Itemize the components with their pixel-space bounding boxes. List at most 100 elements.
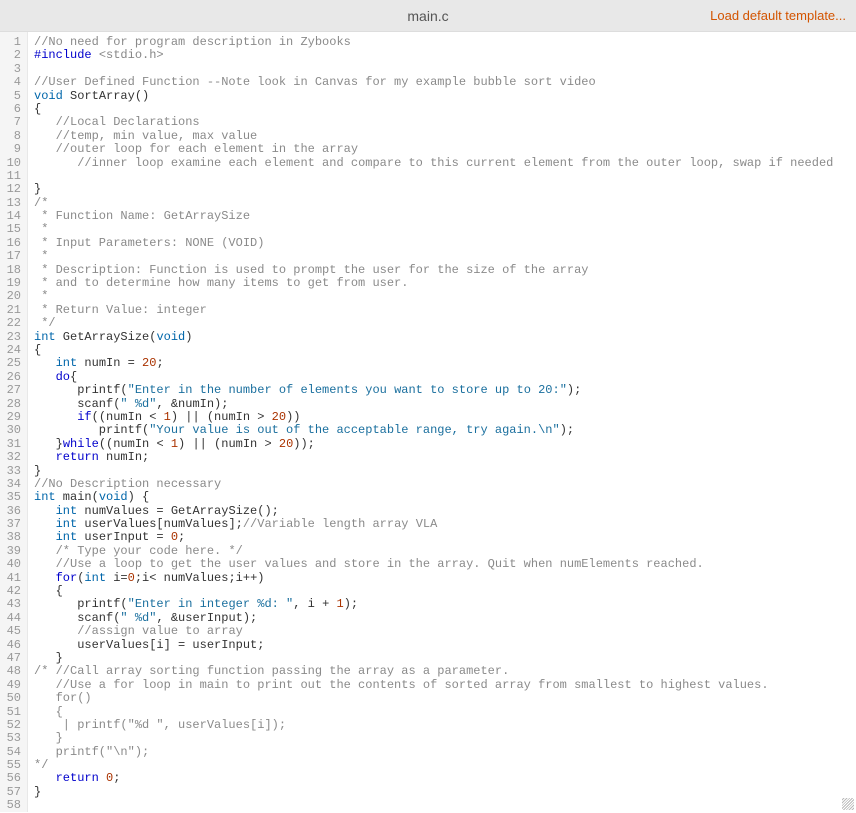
code-line[interactable]: return numIn;: [34, 451, 856, 464]
line-gutter: 1234567891011121314151617181920212223242…: [0, 32, 28, 812]
code-line[interactable]: * Function Name: GetArraySize: [34, 210, 856, 223]
code-line[interactable]: userValues[i] = userInput;: [34, 639, 856, 652]
resize-handle-icon[interactable]: [842, 798, 854, 810]
line-number: 47: [0, 652, 27, 665]
code-line[interactable]: if((numIn < 1) || (numIn > 20)): [34, 411, 856, 424]
code-line[interactable]: //outer loop for each element in the arr…: [34, 143, 856, 156]
code-line[interactable]: }: [34, 732, 856, 745]
line-number: 7: [0, 116, 27, 129]
line-number: 6: [0, 103, 27, 116]
line-number: 32: [0, 451, 27, 464]
code-line[interactable]: *: [34, 250, 856, 263]
line-number: 37: [0, 518, 27, 531]
code-line[interactable]: */: [34, 317, 856, 330]
code-line[interactable]: | printf("%d ", userValues[i]);: [34, 719, 856, 732]
code-line[interactable]: [34, 799, 856, 812]
line-number: 52: [0, 719, 27, 732]
code-line[interactable]: }: [34, 652, 856, 665]
line-number: 46: [0, 639, 27, 652]
code-line[interactable]: //Use a loop to get the user values and …: [34, 558, 856, 571]
line-number: 58: [0, 799, 27, 812]
code-line[interactable]: [34, 63, 856, 76]
code-line[interactable]: * and to determine how many items to get…: [34, 277, 856, 290]
line-number: 17: [0, 250, 27, 263]
line-number: 2: [0, 49, 27, 62]
line-number: 40: [0, 558, 27, 571]
code-line[interactable]: printf("Your value is out of the accepta…: [34, 424, 856, 437]
code-line[interactable]: #include <stdio.h>: [34, 49, 856, 62]
code-line[interactable]: /*: [34, 197, 856, 210]
line-number: 8: [0, 130, 27, 143]
code-line[interactable]: /* //Call array sorting function passing…: [34, 665, 856, 678]
code-line[interactable]: //Use a for loop in main to print out th…: [34, 679, 856, 692]
code-line[interactable]: int GetArraySize(void): [34, 331, 856, 344]
line-number: 13: [0, 197, 27, 210]
code-line[interactable]: //No need for program description in Zyb…: [34, 36, 856, 49]
code-line[interactable]: }while((numIn < 1) || (numIn > 20));: [34, 438, 856, 451]
code-line[interactable]: *: [34, 290, 856, 303]
line-number: 23: [0, 331, 27, 344]
code-line[interactable]: *: [34, 223, 856, 236]
code-line[interactable]: /* Type your code here. */: [34, 545, 856, 558]
code-line[interactable]: //No Description necessary: [34, 478, 856, 491]
code-line[interactable]: scanf(" %d", &numIn);: [34, 398, 856, 411]
code-line[interactable]: void SortArray(): [34, 90, 856, 103]
line-number: 30: [0, 424, 27, 437]
code-line[interactable]: do{: [34, 371, 856, 384]
code-editor[interactable]: 1234567891011121314151617181920212223242…: [0, 32, 856, 812]
line-number: 36: [0, 505, 27, 518]
line-number: 48: [0, 665, 27, 678]
code-line[interactable]: {: [34, 103, 856, 116]
line-number: 42: [0, 585, 27, 598]
code-line[interactable]: }: [34, 183, 856, 196]
code-line[interactable]: printf("\n");: [34, 746, 856, 759]
line-number: 49: [0, 679, 27, 692]
filename-label: main.c: [407, 8, 448, 24]
line-number: 9: [0, 143, 27, 156]
line-number: 11: [0, 170, 27, 183]
code-line[interactable]: scanf(" %d", &userInput);: [34, 612, 856, 625]
line-number: 16: [0, 237, 27, 250]
code-line[interactable]: */: [34, 759, 856, 772]
code-line[interactable]: {: [34, 344, 856, 357]
code-line[interactable]: {: [34, 706, 856, 719]
load-template-link[interactable]: Load default template...: [710, 8, 846, 23]
code-line[interactable]: * Return Value: integer: [34, 304, 856, 317]
code-line[interactable]: }: [34, 786, 856, 799]
line-number: 22: [0, 317, 27, 330]
code-line[interactable]: }: [34, 465, 856, 478]
line-number: 3: [0, 63, 27, 76]
code-line[interactable]: //temp, min value, max value: [34, 130, 856, 143]
line-number: 21: [0, 304, 27, 317]
line-number: 29: [0, 411, 27, 424]
code-line[interactable]: * Description: Function is used to promp…: [34, 264, 856, 277]
code-line[interactable]: * Input Parameters: NONE (VOID): [34, 237, 856, 250]
line-number: 26: [0, 371, 27, 384]
code-line[interactable]: printf("Enter in the number of elements …: [34, 384, 856, 397]
code-line[interactable]: {: [34, 585, 856, 598]
code-line[interactable]: printf("Enter in integer %d: ", i + 1);: [34, 598, 856, 611]
code-line[interactable]: int numIn = 20;: [34, 357, 856, 370]
code-area[interactable]: //No need for program description in Zyb…: [28, 32, 856, 812]
line-number: 27: [0, 384, 27, 397]
code-line[interactable]: int numValues = GetArraySize();: [34, 505, 856, 518]
code-line[interactable]: int userInput = 0;: [34, 531, 856, 544]
code-line[interactable]: int main(void) {: [34, 491, 856, 504]
code-line[interactable]: for(int i=0;i< numValues;i++): [34, 572, 856, 585]
code-line[interactable]: //Local Declarations: [34, 116, 856, 129]
code-line[interactable]: //assign value to array: [34, 625, 856, 638]
line-number: 31: [0, 438, 27, 451]
line-number: 18: [0, 264, 27, 277]
code-line[interactable]: int userValues[numValues];//Variable len…: [34, 518, 856, 531]
line-number: 56: [0, 772, 27, 785]
code-line[interactable]: [34, 170, 856, 183]
code-line[interactable]: return 0;: [34, 772, 856, 785]
line-number: 54: [0, 746, 27, 759]
code-line[interactable]: //inner loop examine each element and co…: [34, 157, 856, 170]
line-number: 24: [0, 344, 27, 357]
line-number: 14: [0, 210, 27, 223]
code-line[interactable]: //User Defined Function --Note look in C…: [34, 76, 856, 89]
code-line[interactable]: for(): [34, 692, 856, 705]
line-number: 5: [0, 90, 27, 103]
line-number: 15: [0, 223, 27, 236]
